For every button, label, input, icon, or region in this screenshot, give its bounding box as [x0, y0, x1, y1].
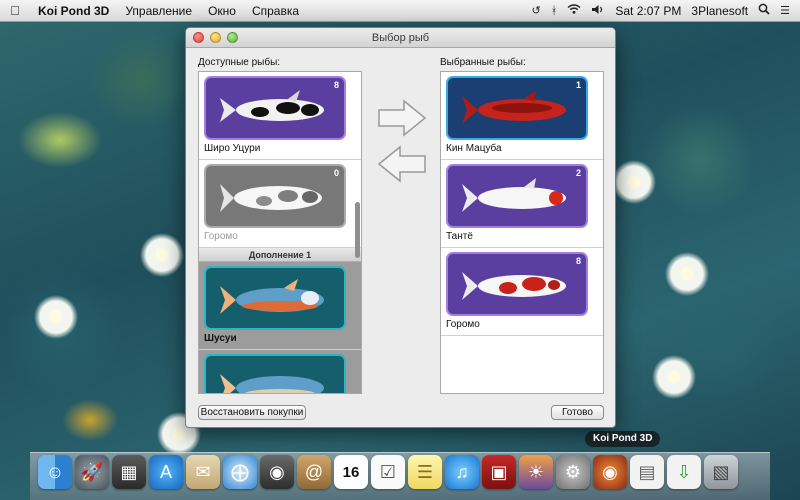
done-button[interactable]: Готово [551, 405, 604, 420]
list-item[interactable]: 2 Тантё [441, 160, 603, 248]
tancho-fish-image [462, 178, 566, 212]
fish-card[interactable]: 2 [446, 164, 588, 228]
fish-name: Горомо [204, 231, 238, 242]
fish-card[interactable]: 0 [204, 164, 346, 228]
available-fish-label: Доступные рыбы: [198, 57, 281, 68]
selected-fish-label: Выбранные рыбы: [440, 57, 526, 68]
fish-name: Широ Уцури [204, 143, 261, 154]
wifi-icon[interactable] [567, 4, 581, 17]
list-item[interactable]: Шусуи [199, 262, 361, 350]
spotlight-icon[interactable] [758, 3, 770, 18]
fish-name: Горомо [446, 319, 480, 330]
available-fish-list[interactable]: 8 Широ Уцури 0 Горомо Дополнение 1 Шусуи [198, 71, 362, 394]
expansion-section-header: Дополнение 1 [199, 248, 361, 262]
fish-count: 2 [575, 168, 581, 178]
water-lily-decoration [140, 233, 184, 277]
fish-card[interactable]: 8 [204, 76, 346, 140]
list-item[interactable]: 8 Горомо [441, 248, 603, 336]
fish-count: 0 [333, 168, 339, 178]
shiro-utsuri-fish-image [220, 90, 324, 122]
safari-icon[interactable]: ⨁ [223, 455, 257, 489]
fish-count: 8 [575, 256, 581, 266]
time-machine-icon[interactable]: ↺ [532, 4, 541, 17]
list-item[interactable] [199, 350, 361, 393]
fish-name: Тантё [446, 231, 473, 242]
fish-count: 8 [333, 80, 339, 90]
photo-booth-icon[interactable]: ▣ [482, 455, 516, 489]
fish-count: 1 [575, 80, 581, 90]
app-store-icon[interactable]: A [149, 455, 183, 489]
dashboard-icon[interactable]: ▦ [112, 455, 146, 489]
water-lily-decoration [665, 252, 709, 296]
selected-fish-list[interactable]: 1 Кин Мацуба 2 Тантё 8 Горомо [440, 71, 604, 394]
iphoto-icon[interactable]: ☀ [519, 455, 553, 489]
dock-tooltip: Koi Pond 3D [585, 431, 661, 447]
contacts-icon[interactable]: @ [297, 455, 331, 489]
goromo-fish-image [220, 184, 322, 212]
system-preferences-icon[interactable]: ⚙ [556, 455, 590, 489]
window-title: Выбор рыб [371, 31, 430, 44]
bluetooth-icon[interactable]: ᚼ [551, 5, 558, 17]
water-lily-decoration [34, 295, 78, 339]
fish-name: Кин Мацуба [446, 143, 502, 154]
remove-fish-arrow-button[interactable] [376, 144, 428, 184]
add-fish-arrow-button[interactable] [376, 98, 428, 138]
menubar-clock[interactable]: Sat 2:07 PM [615, 4, 681, 18]
goromo-fish-image [462, 272, 566, 300]
dock-icons: ☺ 🚀 ▦ A ✉ ⨁ ◉ @ 16 ☑ ☰ ♫ ▣ ☀ ⚙ ◉ ▤ ⇩ ▧ [38, 455, 738, 489]
apple-menu-icon[interactable]:  [0, 3, 30, 18]
close-button[interactable] [193, 32, 204, 43]
fish-card[interactable]: 8 [446, 252, 588, 316]
reminders-icon[interactable]: ☑ [371, 455, 405, 489]
menu-help[interactable]: Справка [244, 4, 307, 18]
itunes-icon[interactable]: ♫ [445, 455, 479, 489]
calendar-icon[interactable]: 16 [334, 455, 368, 489]
calendar-day: 16 [342, 463, 360, 481]
volume-icon[interactable] [591, 4, 605, 18]
facetime-icon[interactable]: ◉ [260, 455, 294, 489]
menu-control[interactable]: Управление [117, 4, 200, 18]
installer-icon[interactable]: ⇩ [667, 455, 701, 489]
fish-image [220, 374, 324, 393]
fish-card[interactable] [204, 354, 346, 393]
zoom-button[interactable] [227, 32, 238, 43]
fish-card[interactable] [204, 266, 346, 330]
document-icon[interactable]: ▤ [630, 455, 664, 489]
notification-center-icon[interactable]: ☰ [780, 4, 790, 17]
fish-name: Шусуи [204, 333, 237, 344]
notes-icon[interactable]: ☰ [408, 455, 442, 489]
kin-matsuba-fish-image [462, 90, 566, 124]
list-item[interactable]: 8 Широ Уцури [199, 72, 361, 160]
trash-icon[interactable]: ▧ [704, 455, 738, 489]
shusui-fish-image [220, 279, 324, 314]
koi-pond-icon[interactable]: ◉ [593, 455, 627, 489]
water-lily-decoration [612, 160, 656, 204]
launchpad-icon[interactable]: 🚀 [75, 455, 109, 489]
finder-icon[interactable]: ☺ [38, 455, 72, 489]
menu-app-name[interactable]: Koi Pond 3D [30, 4, 117, 18]
restore-purchases-button[interactable]: Восстановить покупки [198, 405, 306, 420]
fish-card[interactable]: 1 [446, 76, 588, 140]
list-item[interactable]: 0 Горомо [199, 160, 361, 248]
window-titlebar[interactable]: Выбор рыб [186, 28, 615, 48]
menu-window[interactable]: Окно [200, 4, 244, 18]
water-lily-decoration [652, 355, 696, 399]
menubar-user[interactable]: 3Planesoft [691, 4, 748, 18]
mail-stamp-icon[interactable]: ✉ [186, 455, 220, 489]
menu-bar:  Koi Pond 3D Управление Окно Справка ↺ … [0, 0, 800, 22]
list-item[interactable]: 1 Кин Мацуба [441, 72, 603, 160]
minimize-button[interactable] [210, 32, 221, 43]
fish-selection-window: Выбор рыб Доступные рыбы: Выбранные рыбы… [185, 27, 616, 428]
available-list-scrollbar[interactable] [355, 202, 360, 258]
